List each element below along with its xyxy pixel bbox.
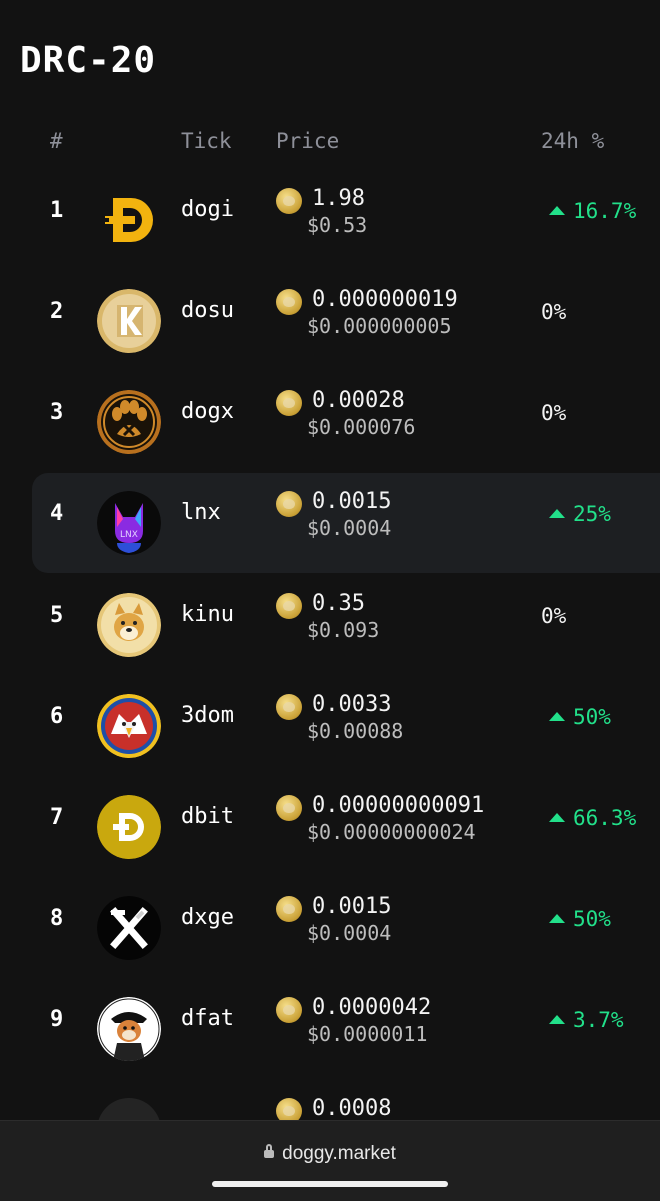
dogecoin-icon [276,593,302,619]
up-arrow-icon [549,813,565,822]
up-arrow-icon [549,509,565,518]
row-rank: 6 [50,704,64,729]
table-row[interactable]: 3 dogx 0.00028 $0.000076 0% [0,372,660,472]
dogecoin-icon [276,997,302,1023]
price-usd: $0.00000000024 [307,820,476,844]
kinu-logo [97,593,161,657]
price-usd: $0.00088 [307,719,404,743]
token-tick[interactable]: dxge [181,905,234,930]
up-arrow-icon [549,712,565,721]
change-24h: 50% [549,705,611,729]
price-usd: $0.0004 [307,516,392,540]
change-24h: 0% [541,604,567,628]
dogecoin-icon [276,289,302,315]
token-tick[interactable]: lnx [181,500,221,525]
browser-address-bar[interactable]: doggy.market [0,1120,660,1201]
change-24h: 25% [549,502,611,526]
home-indicator[interactable] [212,1181,448,1187]
dogecoin-icon [276,188,302,214]
price-usd: $0.0004 [307,921,392,945]
dfat-logo [97,997,161,1061]
row-rank: 8 [50,906,64,931]
price-doge: 0.35 [312,591,365,616]
price-usd: $0.093 [307,618,380,642]
dogecoin-icon [276,694,302,720]
col-header-rank[interactable]: # [50,129,63,153]
row-rank: 7 [50,805,64,830]
table-row[interactable]: 7 dbit 0.00000000091 $0.00000000024 66.3… [0,777,660,877]
lock-icon [264,1144,275,1158]
token-tick[interactable]: kinu [181,602,234,627]
row-rank: 9 [50,1007,64,1032]
dogi-logo [97,188,161,252]
dosu-logo [97,289,161,353]
token-tick[interactable]: 3dom [181,703,234,728]
col-header-price[interactable]: Price [276,129,339,153]
up-arrow-icon [549,206,565,215]
token-tick[interactable]: dbit [181,804,234,829]
change-24h: 0% [541,401,567,425]
col-header-24h-change[interactable]: 24h % [541,129,604,153]
dxge-logo [97,896,161,960]
row-rank: 3 [50,400,64,425]
price-doge: 0.00028 [312,388,405,413]
token-tick[interactable]: dfat [181,1006,234,1031]
lnx-logo: LNX [97,491,161,555]
table-row[interactable]: 6 3dom 0.0033 $0.00088 50% [0,676,660,776]
table-row[interactable]: 8 dxge 0.0015 $0.0004 50% [0,878,660,978]
table-row-highlighted[interactable]: 4 LNX lnx 0.0015 $0.0004 25% [32,473,660,573]
token-tick[interactable]: dosu [181,298,234,323]
up-arrow-icon [549,1015,565,1024]
dogecoin-icon [276,390,302,416]
dogecoin-icon [276,795,302,821]
price-usd: $0.0000011 [307,1022,428,1046]
price-doge: 1.98 [312,186,365,211]
table-row[interactable]: 9 dfat 0.0000042 $0.0000011 3.7% [0,979,660,1079]
price-doge: 0.0033 [312,692,392,717]
row-rank: 1 [50,198,64,223]
price-doge: 0.00000000091 [312,793,485,818]
row-rank: 2 [50,299,64,324]
price-doge: 0.0008 [312,1096,392,1121]
svg-text:LNX: LNX [120,530,138,540]
dogecoin-icon [276,491,302,517]
row-rank: 4 [50,501,64,526]
price-usd: $0.000076 [307,415,416,439]
change-24h: 66.3% [549,806,636,830]
price-usd: $0.000000005 [307,314,452,338]
dbit-logo [97,795,161,859]
price-usd: $0.53 [307,213,368,237]
price-doge: 0.000000019 [312,287,458,312]
token-tick[interactable]: dogi [181,197,234,222]
dogecoin-icon [276,896,302,922]
change-24h: 16.7% [549,199,636,223]
table-row[interactable]: 2 dosu 0.000000019 $0.000000005 0% [0,271,660,371]
price-doge: 0.0015 [312,894,392,919]
change-24h: 50% [549,907,611,931]
col-header-tick[interactable]: Tick [181,129,232,153]
3dom-logo [97,694,161,758]
url-field[interactable]: doggy.market [0,1143,660,1165]
price-doge: 0.0000042 [312,995,432,1020]
token-tick[interactable]: dogx [181,399,234,424]
change-24h: 3.7% [549,1008,624,1032]
price-doge: 0.0015 [312,489,392,514]
row-rank: 5 [50,603,64,628]
page-title: DRC-20 [20,40,157,81]
table-row[interactable]: 1 dogi 1.98 $0.53 16.7% [0,170,660,270]
up-arrow-icon [549,914,565,923]
table-row[interactable]: 5 kinu 0.35 $0.093 0% [0,575,660,675]
dogx-logo [97,390,161,454]
change-24h: 0% [541,300,567,324]
